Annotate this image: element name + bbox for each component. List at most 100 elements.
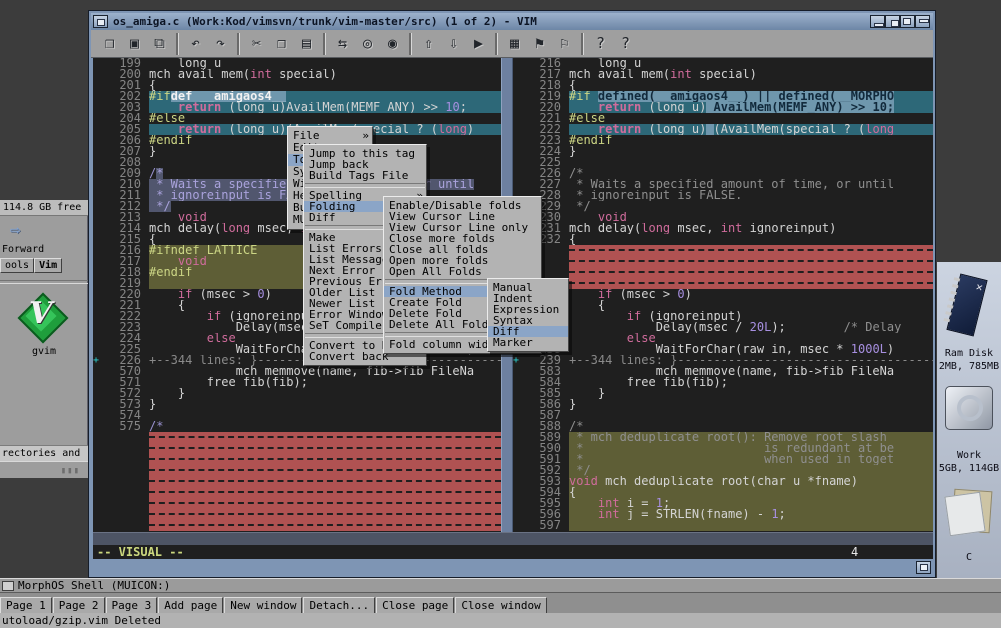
find-prev-button[interactable]: ◉ [380, 32, 405, 55]
menu-item-open-more-folds[interactable]: Open more folds [384, 255, 541, 266]
undo-button[interactable]: ↶ [183, 32, 208, 55]
diff-filler-row [513, 256, 933, 267]
shell-button-page-3[interactable]: Page 3 [106, 597, 158, 614]
code-row: 216 long_u [513, 58, 933, 69]
shell-button-page-1[interactable]: Page 1 [0, 597, 52, 614]
find-replace-button[interactable]: ⇆ [330, 32, 355, 55]
menu-item-close-more-folds[interactable]: Close more folds [384, 233, 541, 244]
code-row: 223#endif [513, 135, 933, 146]
help-button[interactable]: ? [588, 32, 613, 55]
menu-item-marker[interactable]: Marker [488, 337, 568, 348]
menu-item-enable-disable-folds[interactable]: Enable/Disable folds [384, 200, 541, 211]
menu-item-jump-back[interactable]: Jump back [304, 159, 426, 170]
code-row: 570 mch_memmove(name, fib->fib_FileNa [93, 366, 501, 377]
code-text: #if defined(__amigaos4__) || defined(__M… [569, 91, 933, 102]
deleted-lines-filler [149, 454, 501, 465]
shell-button-add-page[interactable]: Add page [158, 597, 223, 614]
zoom-gadget[interactable] [885, 15, 900, 28]
depth-gadget[interactable] [900, 15, 915, 28]
code-text: * is redundant at be [569, 443, 933, 454]
load-session-button[interactable]: ⇧ [416, 32, 441, 55]
code-text: free_fib(fib); [149, 377, 501, 388]
make-button[interactable]: ▦ [502, 32, 527, 55]
fold-column [93, 300, 101, 311]
code-row: 592 */ [513, 465, 933, 476]
code-row: 587 [513, 410, 933, 421]
vim-titlebar[interactable]: os_amiga.c (Work:Kod/vimsvn/trunk/vim-ma… [91, 13, 933, 31]
menu-item-view-cursor-line-only[interactable]: View Cursor Line only [384, 222, 541, 233]
gvim-app-icon[interactable]: V [16, 290, 66, 342]
c-folder-label[interactable]: C [937, 552, 1001, 563]
file-manager-scrollbar[interactable]: ▮▮▮ [0, 461, 88, 478]
diff-filler-row [513, 245, 933, 256]
shell-window: MorphOS Shell (MUICON:) Page 1Page 2Page… [0, 578, 1001, 628]
deleted-lines-filler [149, 498, 501, 509]
foldmethod-menu: ManualIndentExpressionSyntaxDiffMarker [487, 278, 569, 352]
fold-column [513, 432, 521, 443]
code-text: */ [569, 465, 933, 476]
tag-jump-button[interactable]: ⚐ [552, 32, 577, 55]
shell-titlebar[interactable]: MorphOS Shell (MUICON:) [0, 578, 1001, 593]
work-disk-label[interactable]: Work [937, 450, 1001, 461]
close-gadget[interactable] [93, 15, 108, 28]
save-button[interactable]: ▣ [122, 32, 147, 55]
menu-item-jump-to-this-tag[interactable]: Jump to this tag [304, 148, 426, 159]
shell-button-new-window[interactable]: New window [224, 597, 302, 614]
find-help-button[interactable]: ? [613, 32, 638, 55]
fold-column [513, 179, 521, 190]
code-row: 221#else [513, 113, 933, 124]
menu-item-file[interactable]: File» [288, 130, 372, 142]
deleted-lines-filler [149, 465, 501, 476]
menu-item-expression[interactable]: Expression [488, 304, 568, 315]
cut-button[interactable]: ✂ [244, 32, 269, 55]
save-session-button[interactable]: ⇩ [441, 32, 466, 55]
folder-front [944, 492, 985, 537]
redo-button[interactable]: ↷ [208, 32, 233, 55]
work-disk-icon[interactable] [945, 386, 993, 430]
shell-close-gadget[interactable] [2, 581, 14, 591]
open-button[interactable]: ❒ [97, 32, 122, 55]
copy-button[interactable]: ❐ [269, 32, 294, 55]
menu-item-indent[interactable]: Indent [488, 293, 568, 304]
run-script-button[interactable]: ▶ [466, 32, 491, 55]
c-folder-icon[interactable] [947, 490, 991, 532]
menu-item-close-all-folds[interactable]: Close all folds [384, 244, 541, 255]
line-number [101, 487, 149, 498]
paste-button[interactable]: ▤ [294, 32, 319, 55]
menu-item-syntax[interactable]: Syntax [488, 315, 568, 326]
fold-column [93, 344, 101, 355]
iconify-gadget[interactable] [870, 15, 885, 28]
shell-button-close-window[interactable]: Close window [455, 597, 546, 614]
scrollbar-grip[interactable]: ▮▮▮ [61, 466, 80, 476]
shell-button-page-2[interactable]: Page 2 [53, 597, 105, 614]
code-text: { [569, 300, 933, 311]
shell-button-detach-[interactable]: Detach... [303, 597, 375, 614]
resize-gadget[interactable] [916, 561, 931, 574]
code-text: mch_avail_mem(int special) [569, 69, 933, 80]
menu-item-view-cursor-line[interactable]: View Cursor Line [384, 211, 541, 222]
menu-item-build-tags-file[interactable]: Build Tags File [304, 170, 426, 181]
tab-tools[interactable]: ools [0, 258, 34, 273]
fold-column [93, 234, 101, 245]
ram-disk-label[interactable]: Ram Disk [937, 348, 1001, 359]
menu-item-diff[interactable]: Diff [488, 326, 568, 337]
menu-item-open-all-folds[interactable]: Open All Folds [384, 266, 541, 277]
deleted-lines-filler [149, 432, 501, 443]
deleted-lines-filler [149, 476, 501, 487]
find-next-button[interactable]: ◎ [355, 32, 380, 55]
code-text: } [149, 399, 501, 410]
menu-item-manual[interactable]: Manual [488, 282, 568, 293]
tab-vim[interactable]: Vim [34, 258, 62, 273]
code-row: 226/* [513, 168, 933, 179]
code-row: 228 * ignoreinput is FALSE. [513, 190, 933, 201]
shell-button-close-page[interactable]: Close page [376, 597, 454, 614]
shade-gadget[interactable] [915, 15, 930, 28]
code-pane-right[interactable]: 216 long_u217mch_avail_mem(int special)2… [513, 58, 933, 532]
ram-disk-icon[interactable] [946, 273, 987, 336]
deleted-lines-filler [149, 487, 501, 498]
line-number [101, 476, 149, 487]
save-all-button[interactable]: ⧉ [147, 32, 172, 55]
code-row: 224} [513, 146, 933, 157]
forward-icon[interactable]: ⇨ [10, 220, 20, 240]
build-tags-button[interactable]: ⚑ [527, 32, 552, 55]
